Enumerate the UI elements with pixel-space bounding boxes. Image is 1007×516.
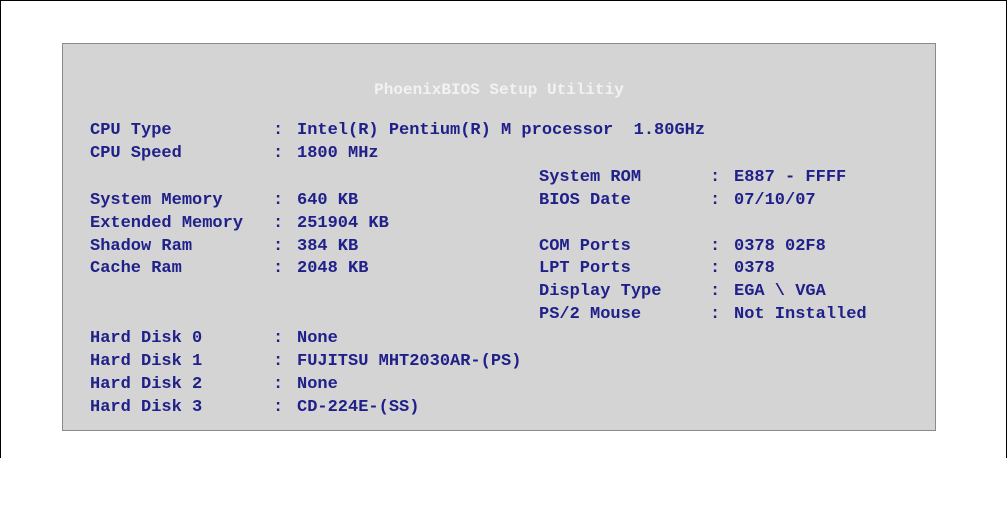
hard-disk-1-label: Hard Disk 1 xyxy=(90,352,203,371)
lpt-ports-value: 0378 xyxy=(734,259,775,278)
separator: : xyxy=(273,191,284,210)
separator: : xyxy=(273,121,284,140)
lpt-ports-label: LPT Ports xyxy=(539,259,631,278)
system-memory-label: System Memory xyxy=(90,191,223,210)
hard-disk-0-value: None xyxy=(297,329,338,348)
extended-memory-value: 251904 KB xyxy=(297,214,389,233)
separator: : xyxy=(273,144,284,163)
separator: : xyxy=(273,329,284,348)
separator: : xyxy=(710,259,721,278)
hard-disk-3-value: CD-224E-(SS) xyxy=(297,398,420,417)
cpu-type-label: CPU Type xyxy=(90,121,172,140)
display-type-value: EGA \ VGA xyxy=(734,282,826,301)
shadow-ram-value: 384 KB xyxy=(297,237,359,256)
cache-ram-value: 2048 KB xyxy=(297,259,369,278)
separator: : xyxy=(710,191,721,210)
ps2-mouse-value: Not Installed xyxy=(734,305,867,324)
bios-setup-screen: PhoenixBIOS Setup Utilitiy CPU Type : In… xyxy=(62,43,936,431)
info-row-hard-disk-2: Hard Disk 2 : None xyxy=(90,373,930,397)
info-row-hard-disk-1: Hard Disk 1 : FUJITSU MHT2030AR-(PS) xyxy=(90,350,930,374)
separator: : xyxy=(710,305,721,324)
info-row-bios-date: BIOS Date : 07/10/07 xyxy=(539,189,929,213)
info-row-display-type: Display Type : EGA \ VGA xyxy=(539,280,929,304)
separator: : xyxy=(273,214,284,233)
hard-disk-2-label: Hard Disk 2 xyxy=(90,375,203,394)
hard-disk-1-value: FUJITSU MHT2030AR-(PS) xyxy=(297,352,522,371)
system-rom-value: E887 - FFFF xyxy=(734,168,847,187)
display-type-label: Display Type xyxy=(539,282,662,301)
cache-ram-label: Cache Ram xyxy=(90,259,182,278)
cpu-speed-value: 1800 MHz xyxy=(297,144,379,163)
separator: : xyxy=(710,168,721,187)
hard-disk-0-label: Hard Disk 0 xyxy=(90,329,203,348)
com-ports-label: COM Ports xyxy=(539,237,631,256)
separator: : xyxy=(273,259,284,278)
com-ports-value: 0378 02F8 xyxy=(734,237,826,256)
separator: : xyxy=(273,398,284,417)
info-row-hard-disk-0: Hard Disk 0 : None xyxy=(90,327,930,351)
info-row-cpu-type: CPU Type : Intel(R) Pentium(R) M process… xyxy=(90,119,930,143)
info-row-cpu-speed: CPU Speed : 1800 MHz xyxy=(90,142,930,166)
bios-date-label: BIOS Date xyxy=(539,191,631,210)
info-row-extended-memory: Extended Memory : 251904 KB xyxy=(90,212,930,236)
hard-disk-3-label: Hard Disk 3 xyxy=(90,398,203,417)
hard-disk-2-value: None xyxy=(297,375,338,394)
separator: : xyxy=(710,237,721,256)
cpu-type-value: Intel(R) Pentium(R) M processor 1.80GHz xyxy=(297,121,706,140)
info-row-hard-disk-3: Hard Disk 3 : CD-224E-(SS) xyxy=(90,396,930,420)
info-row-lpt-ports: LPT Ports : 0378 xyxy=(539,257,929,281)
separator: : xyxy=(273,375,284,394)
system-memory-value: 640 KB xyxy=(297,191,359,210)
ps2-mouse-label: PS/2 Mouse xyxy=(539,305,642,324)
separator: : xyxy=(273,237,284,256)
separator: : xyxy=(273,352,284,371)
system-rom-label: System ROM xyxy=(539,168,642,187)
info-row-system-rom: System ROM : E887 - FFFF xyxy=(539,166,929,190)
info-row-ps2-mouse: PS/2 Mouse : Not Installed xyxy=(539,303,929,327)
bios-date-value: 07/10/07 xyxy=(734,191,816,210)
separator: : xyxy=(710,282,721,301)
shadow-ram-label: Shadow Ram xyxy=(90,237,193,256)
extended-memory-label: Extended Memory xyxy=(90,214,244,233)
bios-title: PhoenixBIOS Setup Utilitiy xyxy=(374,81,624,99)
info-row-com-ports: COM Ports : 0378 02F8 xyxy=(539,235,929,259)
cpu-speed-label: CPU Speed xyxy=(90,144,182,163)
